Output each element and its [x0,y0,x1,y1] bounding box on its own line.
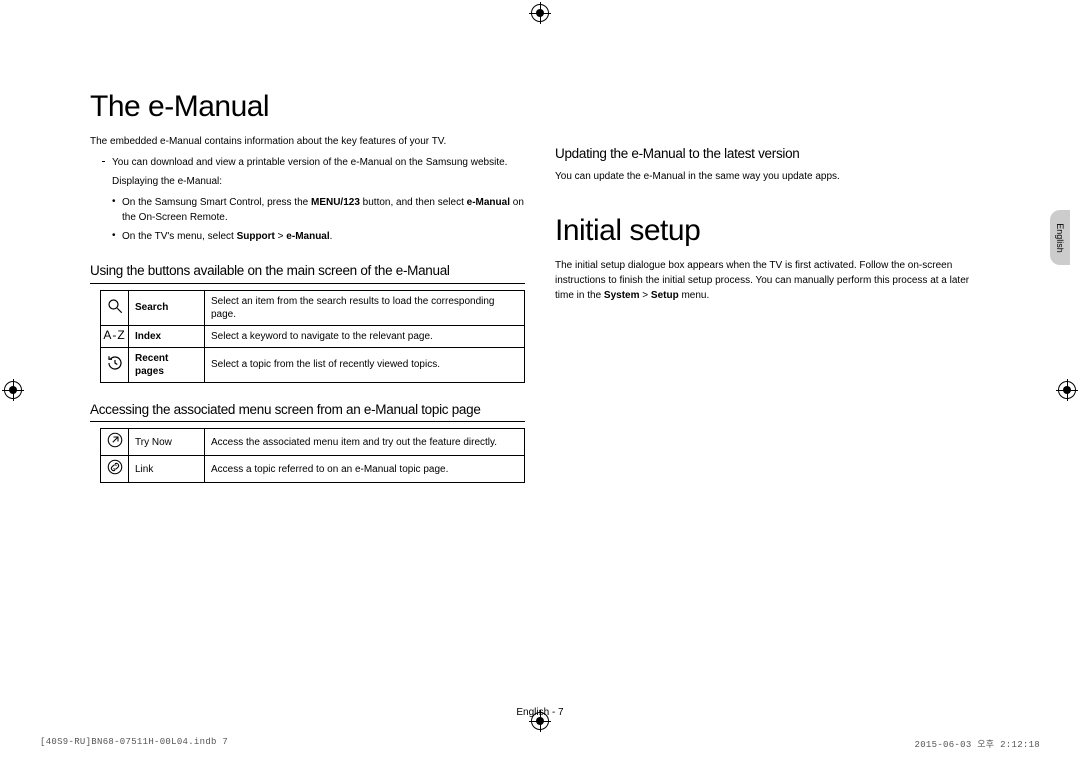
registration-mark-icon [1058,381,1076,399]
right-column: Updating the e-Manual to the latest vers… [555,90,990,720]
link-icon [101,456,129,483]
sub-bullet-list: On the Samsung Smart Control, press the … [112,195,525,244]
search-desc: Select an item from the search results t… [205,290,525,325]
footer-timestamp: 2015-06-03 오후 2:12:18 [915,737,1040,750]
recent-desc: Select a topic from the list of recently… [205,347,525,382]
index-icon: A-Z [101,325,129,347]
display-note: Displaying the e-Manual: [112,174,525,189]
intro-text: The embedded e-Manual contains informati… [90,134,525,149]
initial-setup-para: The initial setup dialogue box appears w… [555,258,990,303]
link-desc: Access a topic referred to on an e-Manua… [205,456,525,483]
link-label: Link [129,456,205,483]
try-now-desc: Access the associated menu item and try … [205,429,525,456]
sub-bullet-smart-control: On the Samsung Smart Control, press the … [112,195,525,225]
bullet-download: You can download and view a printable ve… [102,155,525,170]
buttons-table: Search Select an item from the search re… [100,290,525,383]
sub-bullet-tv-menu: On the TV's menu, select Support > e-Man… [112,229,525,244]
page-content: The e-Manual The embedded e-Manual conta… [90,90,990,720]
registration-mark-icon [531,4,549,22]
table-row: A-Z Index Select a keyword to navigate t… [101,325,525,347]
page-number: English - 7 [0,707,1080,718]
heading-update: Updating the e-Manual to the latest vers… [555,145,990,163]
table-row: Recent pages Select a topic from the lis… [101,347,525,382]
search-label: Search [129,290,205,325]
print-footer: [40S9-RU]BN68-07511H-00L04.indb 7 2015-0… [40,737,1040,750]
recent-label: Recent pages [129,347,205,382]
registration-mark-icon [4,381,22,399]
bullet-list: You can download and view a printable ve… [102,155,525,170]
index-desc: Select a keyword to navigate to the rele… [205,325,525,347]
search-icon [101,290,129,325]
language-tab: English [1050,210,1070,265]
table-row: Link Access a topic referred to on an e-… [101,456,525,483]
heading-access: Accessing the associated menu screen fro… [90,401,525,423]
footer-file-info: [40S9-RU]BN68-07511H-00L04.indb 7 [40,737,228,750]
index-label: Index [129,325,205,347]
left-column: The e-Manual The embedded e-Manual conta… [90,90,525,720]
language-label: English [1055,223,1065,253]
table-row: Search Select an item from the search re… [101,290,525,325]
update-text: You can update the e-Manual in the same … [555,169,990,184]
try-now-icon [101,429,129,456]
heading-buttons: Using the buttons available on the main … [90,262,525,284]
try-now-label: Try Now [129,429,205,456]
table-row: Try Now Access the associated menu item … [101,429,525,456]
access-table: Try Now Access the associated menu item … [100,428,525,483]
recent-icon [101,347,129,382]
heading-emanual: The e-Manual [90,90,525,124]
heading-initial-setup: Initial setup [555,214,990,248]
